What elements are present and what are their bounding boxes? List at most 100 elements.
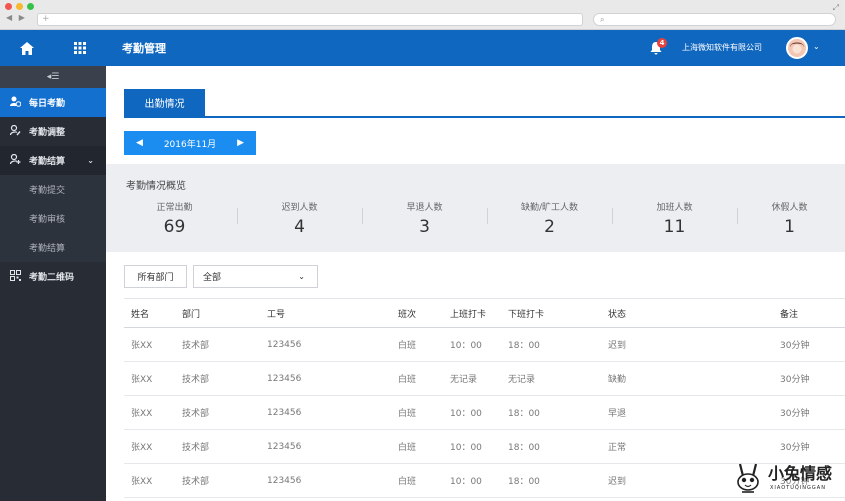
user-edit-icon xyxy=(9,124,21,139)
all-departments-button[interactable]: 所有部门 xyxy=(124,265,187,288)
column-header: 工号 xyxy=(260,298,391,328)
sidebar-subitem-review[interactable]: 考勤审核 xyxy=(0,204,106,233)
minimize-window-button[interactable] xyxy=(16,3,23,10)
table-cell: 10：00 xyxy=(443,395,501,430)
watermark-subtitle: XIAOTUQINGGAN xyxy=(770,485,826,491)
table-cell: 技术部 xyxy=(175,327,260,362)
stat-normal: 正常出勤 69 xyxy=(112,200,237,237)
table-cell: 张XX xyxy=(124,395,175,430)
table-row[interactable]: 张XX 技术部 123456 白班 10：00 18：00 迟到 30分钟 xyxy=(124,327,845,362)
grid-icon xyxy=(73,42,86,54)
table-cell: 123456 xyxy=(260,395,391,430)
sidebar-item-qrcode[interactable]: 考勤二维码 xyxy=(0,262,106,291)
stat-late: 迟到人数 4 xyxy=(237,200,362,237)
department-select[interactable]: 全部 ⌄ xyxy=(193,265,318,288)
column-header: 姓名 xyxy=(124,298,175,328)
main-content: 出勤情况 ◀ 2016年11月 ▶ 考勤情况概览 正常出勤 69 迟到人数 4 … xyxy=(106,66,845,501)
avatar[interactable] xyxy=(786,37,808,59)
browser-search-input[interactable]: ⌕ xyxy=(593,13,836,26)
column-header: 状态 xyxy=(601,298,773,328)
sidebar-item-daily-attendance[interactable]: 每日考勤 xyxy=(0,88,106,117)
table-cell: 123456 xyxy=(260,429,391,464)
collapse-menu-icon: ◂☰ xyxy=(46,72,60,82)
table-cell: 18：00 xyxy=(501,395,601,430)
table-cell: 技术部 xyxy=(175,395,260,430)
next-month-button[interactable]: ▶ xyxy=(237,138,244,148)
sidebar-item-attendance-settlement[interactable]: 考勤结算 ⌄ xyxy=(0,146,106,175)
sidebar-item-attendance-adjust[interactable]: 考勤调整 xyxy=(0,117,106,146)
stat-label: 正常出勤 xyxy=(156,203,193,213)
sidebar-item-label: 考勤调整 xyxy=(29,128,66,138)
nav-arrows-icon[interactable]: ◀ ▶ xyxy=(6,13,27,22)
column-header: 下班打卡 xyxy=(501,298,601,328)
home-button[interactable] xyxy=(0,30,53,66)
table-cell: 白班 xyxy=(391,463,443,498)
stat-label: 缺勤/旷工人数 xyxy=(520,203,579,213)
table-cell: 30分钟 xyxy=(773,327,845,362)
sidebar-item-label: 考勤结算 xyxy=(29,157,66,167)
close-window-button[interactable] xyxy=(5,3,12,10)
table-cell: 18：00 xyxy=(501,463,601,498)
new-tab-icon[interactable]: + xyxy=(42,14,50,24)
month-pager: ◀ 2016年11月 ▶ xyxy=(124,131,256,155)
stat-label: 迟到人数 xyxy=(281,203,318,213)
table-cell: 早退 xyxy=(601,395,773,430)
table-cell: 10：00 xyxy=(443,327,501,362)
search-icon: ⌕ xyxy=(600,15,605,24)
apps-grid-button[interactable] xyxy=(53,30,106,66)
table-cell: 张XX xyxy=(124,327,175,362)
sidebar-item-label: 每日考勤 xyxy=(29,99,66,109)
tab-attendance-status[interactable]: 出勤情况 xyxy=(124,89,205,116)
sidebar-subitem-submit[interactable]: 考勤提交 xyxy=(0,175,106,204)
sidebar-collapse-button[interactable]: ◂☰ xyxy=(0,66,106,88)
prev-month-button[interactable]: ◀ xyxy=(136,138,143,148)
column-header: 部门 xyxy=(175,298,260,328)
column-header: 备注 xyxy=(773,298,845,328)
table-cell: 技术部 xyxy=(175,429,260,464)
table-cell: 30分钟 xyxy=(773,361,845,396)
department-select-value: 全部 xyxy=(203,273,222,283)
table-cell: 缺勤 xyxy=(601,361,773,396)
chevron-down-icon: ⌄ xyxy=(298,272,305,281)
address-bar[interactable]: + xyxy=(37,13,583,26)
expand-icon[interactable]: ⤢ xyxy=(833,3,839,13)
column-header: 班次 xyxy=(391,298,443,328)
table-row[interactable]: 张XX 技术部 123456 白班 无记录 无记录 缺勤 30分钟 xyxy=(124,361,845,396)
stat-value: 3 xyxy=(419,217,430,237)
table-cell: 18：00 xyxy=(501,327,601,362)
browser-chrome: ◀ ▶ + ⌕ ⤢ xyxy=(0,0,845,30)
current-month: 2016年11月 xyxy=(163,139,217,150)
stat-early-leave: 早退人数 3 xyxy=(362,200,487,237)
chevron-down-icon: ⌄ xyxy=(87,156,94,165)
stat-leave: 休假人数 1 xyxy=(737,200,842,237)
table-cell: 张XX xyxy=(124,429,175,464)
table-cell: 10：00 xyxy=(443,429,501,464)
qrcode-icon xyxy=(9,269,21,284)
table-cell: 123456 xyxy=(260,361,391,396)
table-cell: 18：00 xyxy=(501,429,601,464)
company-name[interactable]: 上海微知软件有限公司 xyxy=(682,42,762,53)
watermark-title: 小兔情感 xyxy=(768,464,833,483)
table-cell: 123456 xyxy=(260,463,391,498)
stat-label: 加班人数 xyxy=(656,203,693,213)
table-cell: 白班 xyxy=(391,361,443,396)
table-row[interactable]: 张XX 技术部 123456 白班 10：00 18：00 早退 30分钟 xyxy=(124,395,845,430)
table-cell: 白班 xyxy=(391,327,443,362)
notification-badge: 4 xyxy=(657,38,667,48)
table-cell: 白班 xyxy=(391,395,443,430)
stat-value: 4 xyxy=(294,217,305,237)
maximize-window-button[interactable] xyxy=(27,3,34,10)
table-cell: 10：00 xyxy=(443,463,501,498)
summary-title: 考勤情况概览 xyxy=(126,181,186,192)
chevron-down-icon[interactable]: ⌄ xyxy=(813,42,820,51)
sidebar-subitem-settle[interactable]: 考勤结算 xyxy=(0,233,106,262)
table-cell: 迟到 xyxy=(601,327,773,362)
attendance-summary: 考勤情况概览 正常出勤 69 迟到人数 4 早退人数 3 缺勤/旷工人数 2 加… xyxy=(106,164,845,252)
sidebar-item-label: 考勤二维码 xyxy=(29,273,75,283)
stat-label: 休假人数 xyxy=(771,203,808,213)
table-cell: 张XX xyxy=(124,463,175,498)
stat-value: 11 xyxy=(663,217,686,237)
tab-underline xyxy=(124,116,845,118)
stat-value: 1 xyxy=(784,217,795,237)
table-cell: 无记录 xyxy=(501,361,601,396)
